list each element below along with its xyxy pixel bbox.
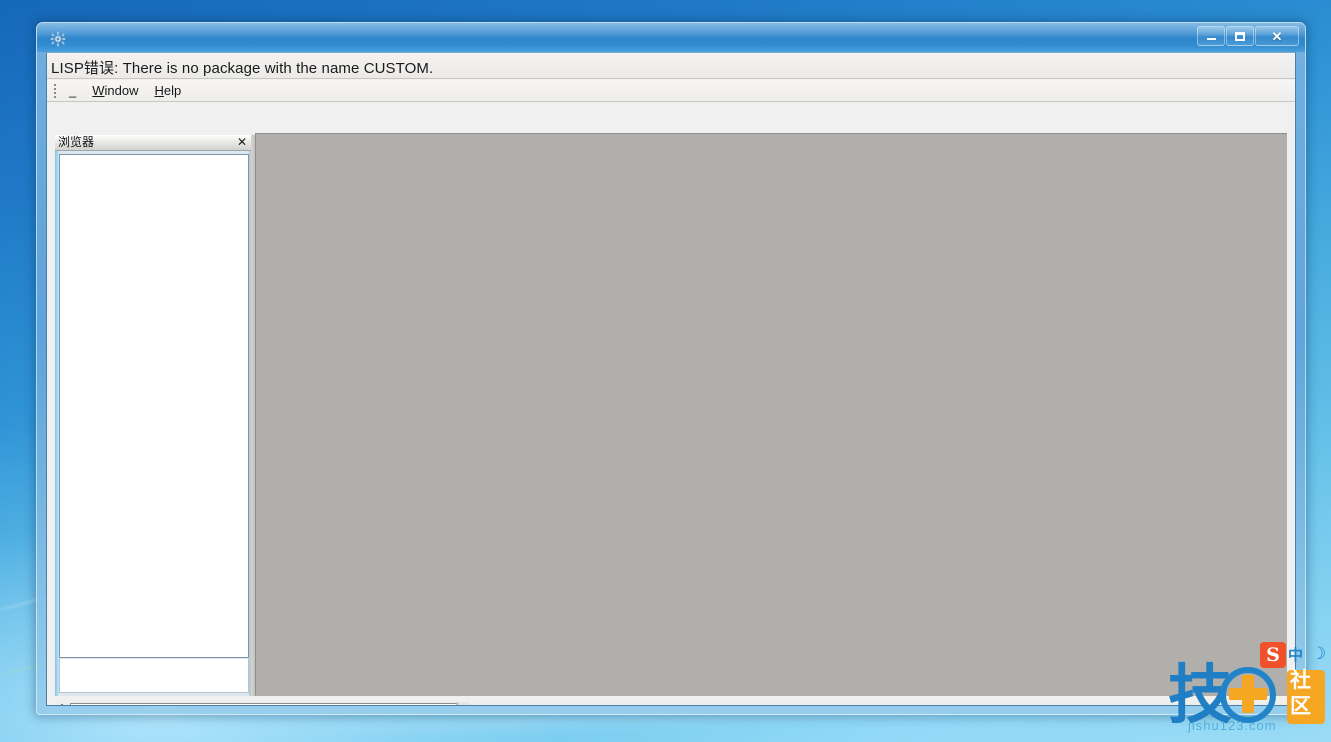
menu-item-help[interactable]: Help [146,81,189,100]
maximize-glyph [1235,31,1245,41]
drawing-canvas[interactable] [255,133,1287,696]
palette-titlebar[interactable]: 浏览器 ✕ [55,135,251,151]
titlebar-gloss [37,23,1305,37]
window-client-area: LISP错误: There is no package with the nam… [46,52,1296,706]
close-icon: ✕ [1271,28,1283,44]
browser-palette: 浏览器 ✕ [55,135,251,696]
error-message-bar: LISP错误: There is no package with the nam… [47,53,1295,79]
command-input[interactable]: Press RETURN key to continue [70,703,457,707]
window-controls: ✕ [1197,26,1299,46]
command-line-end-cap [457,702,470,705]
gear-icon [50,31,66,47]
application-window: ✕ LISP错误: There is no package with the n… [36,22,1306,715]
menu-item-underscore[interactable]: _ [61,81,84,100]
drag-grip-icon[interactable] [51,83,59,99]
palette-tree-view[interactable] [59,154,249,658]
menu-item-help-rest: elp [163,83,182,98]
close-button[interactable]: ✕ [1255,26,1299,46]
palette-lower-pane[interactable] [59,659,249,693]
command-line-bar: Press RETURN key to continue [55,700,1289,707]
minimize-glyph [1206,38,1216,40]
palette-title: 浏览器 [58,135,95,149]
menu-item-window[interactable]: Window [84,81,146,100]
palette-close-icon[interactable]: ✕ [237,135,247,150]
menu-item-window-rest: indow [104,83,139,98]
command-input-value: Press RETURN key to continue [71,706,258,707]
minimize-button[interactable] [1197,26,1225,46]
lisp-error-text: LISP错误: There is no package with the nam… [51,60,434,77]
menubar: _ Window Help [47,80,1295,102]
command-line-grip-icon[interactable] [57,702,67,705]
window-titlebar[interactable]: ✕ [37,23,1305,52]
maximize-button[interactable] [1226,26,1254,46]
